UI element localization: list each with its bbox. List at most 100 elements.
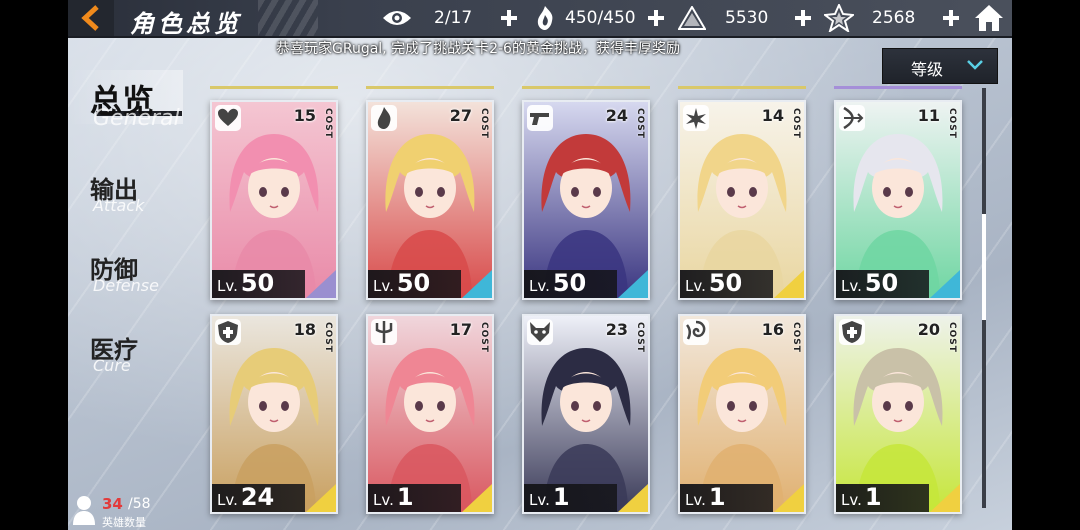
add-star-button[interactable] — [939, 6, 963, 30]
sidebar-item-sublabel: Cure — [93, 356, 131, 375]
rarity-corner — [930, 484, 960, 512]
rarity-corner — [306, 270, 336, 298]
sidebar-item-cure[interactable]: 医疗 Cure — [68, 326, 198, 382]
resource-stamina: 450/450 — [558, 0, 648, 36]
cost-value: 20 — [917, 320, 940, 339]
cost-label: COST — [479, 108, 489, 139]
title-decoration — [258, 0, 318, 36]
level-value: 50 — [708, 269, 743, 297]
sidebar-item-sublabel: Defense — [93, 276, 159, 295]
card-top-strip — [834, 300, 962, 303]
star-shard-icon — [824, 4, 854, 32]
level-value: 50 — [552, 269, 587, 297]
level-value: 24 — [240, 483, 275, 511]
character-overview-screen: 角色总览 2/17 450/450 5530 2568 恭喜玩家GRugal, … — [68, 0, 1012, 530]
bow-icon — [839, 105, 865, 131]
pyramid-icon — [678, 6, 706, 30]
swirl-icon — [683, 319, 709, 345]
level-value: 1 — [708, 483, 726, 511]
cost-label: COST — [479, 322, 489, 353]
cost-value: 14 — [761, 106, 784, 125]
level-value: 1 — [396, 483, 414, 511]
level-prefix: Lv. — [217, 277, 238, 295]
level-prefix: Lv. — [685, 277, 706, 295]
card-top-strip — [834, 86, 962, 89]
flame-icon — [371, 105, 397, 131]
level-display: Lv. 1 — [529, 483, 570, 511]
level-prefix: Lv. — [841, 491, 862, 509]
cost-value: 17 — [449, 320, 472, 339]
home-icon[interactable] — [974, 3, 1004, 33]
level-display: Lv. 1 — [373, 483, 414, 511]
character-card[interactable]: 17 COST Lv. 1 — [366, 314, 494, 514]
trident-icon — [371, 319, 397, 345]
sidebar-item-attack[interactable]: 输出 Attack — [68, 166, 198, 222]
character-card[interactable]: 11 COST Lv. 50 — [834, 100, 962, 300]
resource-crystal-value: 5530 — [725, 8, 769, 28]
character-card[interactable]: 15 COST Lv. 50 — [210, 100, 338, 300]
level-display: Lv. 50 — [685, 269, 742, 297]
card-top-strip — [210, 300, 338, 303]
lotus-icon — [683, 105, 709, 131]
cost-label: COST — [323, 108, 333, 139]
page-title: 角色总览 — [130, 10, 242, 38]
level-prefix: Lv. — [373, 277, 394, 295]
shield-cross-icon — [215, 319, 241, 345]
cost-label: COST — [947, 108, 957, 139]
cost-value: 23 — [605, 320, 628, 339]
rarity-corner — [306, 484, 336, 512]
add-vision-button[interactable] — [497, 6, 521, 30]
resource-crystal: 5530 — [708, 0, 798, 36]
level-prefix: Lv. — [529, 277, 550, 295]
level-display: Lv. 50 — [841, 269, 898, 297]
cost-label: COST — [323, 322, 333, 353]
resource-star: 2568 — [858, 0, 938, 36]
character-card[interactable]: 16 COST Lv. 1 — [678, 314, 806, 514]
chevron-down-icon — [967, 60, 983, 70]
character-card[interactable]: 27 COST Lv. 50 — [366, 100, 494, 300]
character-card[interactable]: 24 COST Lv. 50 — [522, 100, 650, 300]
sidebar-item-general[interactable]: 总览 General — [68, 72, 198, 132]
character-card[interactable]: 23 COST Lv. 1 — [522, 314, 650, 514]
card-top-strip — [366, 300, 494, 303]
cost-label: COST — [791, 108, 801, 139]
level-prefix: Lv. — [217, 491, 238, 509]
level-value: 1 — [552, 483, 570, 511]
cost-value: 11 — [917, 106, 940, 125]
hero-count-label: 英雄数量 — [102, 516, 146, 529]
card-top-strip — [210, 86, 338, 89]
heart-wing-icon — [215, 105, 241, 131]
sort-dropdown[interactable]: 等级 — [882, 48, 998, 84]
character-card[interactable]: 14 COST Lv. 50 — [678, 100, 806, 300]
level-prefix: Lv. — [373, 491, 394, 509]
card-top-strip — [678, 300, 806, 303]
resource-vision: 2/17 — [418, 0, 498, 36]
character-card[interactable]: 18 COST Lv. 24 — [210, 314, 338, 514]
add-stamina-button[interactable] — [644, 6, 668, 30]
level-value: 50 — [396, 269, 431, 297]
level-prefix: Lv. — [685, 491, 706, 509]
pistol-icon — [527, 105, 553, 131]
add-crystal-button[interactable] — [791, 6, 815, 30]
rarity-corner — [618, 270, 648, 298]
card-top-strip — [522, 300, 650, 303]
cost-value: 16 — [761, 320, 784, 339]
cost-label: COST — [635, 108, 645, 139]
level-value: 50 — [240, 269, 275, 297]
level-display: Lv. 50 — [217, 269, 274, 297]
person-icon — [73, 496, 95, 525]
chevron-left-icon — [81, 5, 99, 31]
back-button[interactable] — [68, 0, 114, 36]
scrollbar-thumb[interactable] — [982, 214, 986, 320]
hero-count: 34 /58 英雄数量 — [68, 490, 170, 530]
character-card[interactable]: 20 COST Lv. 1 — [834, 314, 962, 514]
cost-value: 24 — [605, 106, 628, 125]
sidebar-item-defense[interactable]: 防御 Defense — [68, 246, 198, 302]
level-display: Lv. 24 — [217, 483, 274, 511]
level-display: Lv. 50 — [529, 269, 586, 297]
rarity-corner — [774, 270, 804, 298]
sort-dropdown-label: 等级 — [911, 60, 944, 79]
level-display: Lv. 1 — [841, 483, 882, 511]
level-value: 50 — [864, 269, 899, 297]
card-top-strip — [522, 86, 650, 89]
